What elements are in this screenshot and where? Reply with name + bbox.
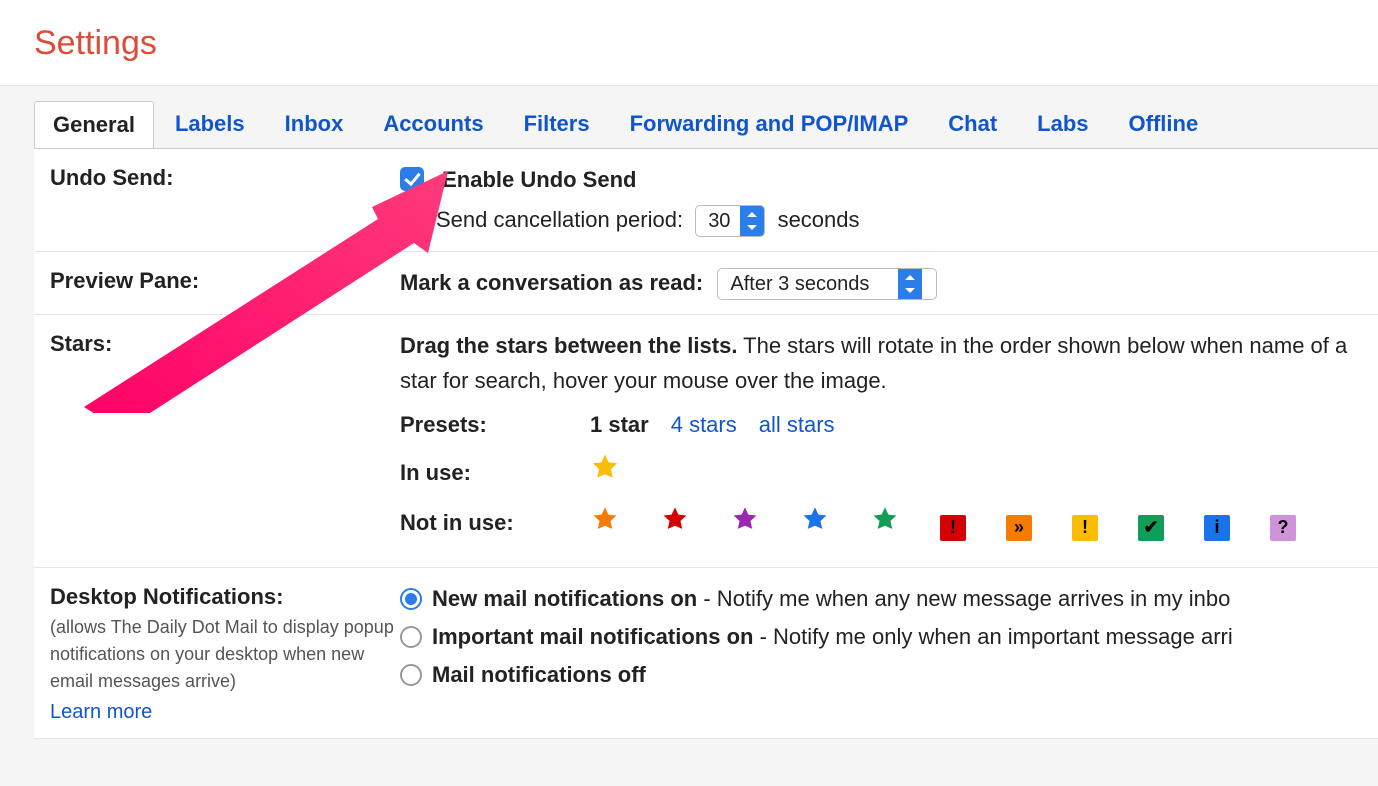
select-arrows-icon	[898, 269, 922, 299]
tab-forwarding-and-pop-imap[interactable]: Forwarding and POP/IMAP	[611, 100, 928, 148]
tab-labs[interactable]: Labs	[1018, 100, 1107, 148]
mark-read-label: Mark a conversation as read:	[400, 270, 703, 295]
notification-option-1[interactable]: Important mail notifications on - Notify…	[400, 620, 1378, 654]
preset-1-star[interactable]: 1 star	[590, 408, 649, 442]
mark-read-value: After 3 seconds	[718, 269, 898, 300]
notification-option-text: New mail notifications on - Notify me wh…	[432, 582, 1230, 616]
notification-option-text: Mail notifications off	[432, 658, 646, 692]
cancellation-period-unit: seconds	[778, 207, 860, 232]
radio-icon[interactable]	[400, 664, 422, 686]
red-bang-icon[interactable]: !	[940, 515, 966, 541]
preset-all-stars[interactable]: all stars	[759, 408, 835, 442]
yellow-star-icon[interactable]	[590, 452, 620, 482]
settings-container: GeneralLabelsInboxAccountsFiltersForward…	[0, 86, 1378, 786]
tab-chat[interactable]: Chat	[929, 100, 1016, 148]
select-mark-read[interactable]: After 3 seconds	[717, 268, 937, 300]
green-star-icon[interactable]	[870, 504, 900, 534]
cancellation-period-value: 30	[696, 206, 740, 237]
row-undo-send: Undo Send: Enable Undo Send Send cancell…	[34, 149, 1378, 252]
blue-info-icon[interactable]: i	[1204, 515, 1230, 541]
orange-guillemet-icon[interactable]: »	[1006, 515, 1032, 541]
checkbox-enable-undo-send[interactable]	[400, 167, 424, 191]
tab-accounts[interactable]: Accounts	[364, 100, 502, 148]
settings-body: Undo Send: Enable Undo Send Send cancell…	[34, 148, 1378, 739]
enable-undo-send-label: Enable Undo Send	[442, 167, 636, 192]
red-star-icon[interactable]	[660, 504, 690, 534]
green-check-icon[interactable]: ✔	[1138, 515, 1164, 541]
label-preview-pane: Preview Pane:	[50, 266, 400, 300]
select-arrows-icon	[740, 206, 764, 236]
radio-icon[interactable]	[400, 626, 422, 648]
cancellation-period-label: Send cancellation period:	[436, 207, 683, 232]
learn-more-link[interactable]: Learn more	[50, 701, 400, 724]
purple-question-icon[interactable]: ?	[1270, 515, 1296, 541]
label-desktop-notifications: Desktop Notifications:	[50, 584, 283, 609]
notification-option-text: Important mail notifications on - Notify…	[432, 620, 1233, 654]
orange-star-icon[interactable]	[590, 504, 620, 534]
not-in-use-label: Not in use:	[400, 506, 590, 540]
page-title: Settings	[0, 0, 1378, 86]
tab-offline[interactable]: Offline	[1110, 100, 1218, 148]
row-stars: Stars: Drag the stars between the lists.…	[34, 315, 1378, 567]
notification-option-2[interactable]: Mail notifications off	[400, 658, 1378, 692]
row-preview-pane: Preview Pane: Mark a conversation as rea…	[34, 252, 1378, 315]
row-desktop-notifications: Desktop Notifications: (allows The Daily…	[34, 568, 1378, 739]
label-undo-send: Undo Send:	[50, 163, 400, 237]
purple-star-icon[interactable]	[730, 504, 760, 534]
presets-label: Presets:	[400, 408, 590, 442]
radio-icon[interactable]	[400, 588, 422, 610]
tab-labels[interactable]: Labels	[156, 100, 264, 148]
tab-filters[interactable]: Filters	[505, 100, 609, 148]
tab-inbox[interactable]: Inbox	[266, 100, 363, 148]
preset-4-stars[interactable]: 4 stars	[671, 408, 737, 442]
yellow-bang-icon[interactable]: !	[1072, 515, 1098, 541]
stars-instruction-bold: Drag the stars between the lists.	[400, 333, 737, 358]
settings-tabs: GeneralLabelsInboxAccountsFiltersForward…	[34, 86, 1378, 148]
desktop-notifications-subtext: (allows The Daily Dot Mail to display po…	[50, 614, 400, 695]
notification-option-0[interactable]: New mail notifications on - Notify me wh…	[400, 582, 1378, 616]
select-cancellation-period[interactable]: 30	[695, 205, 765, 237]
label-stars: Stars:	[50, 329, 400, 552]
blue-star-icon[interactable]	[800, 504, 830, 534]
in-use-label: In use:	[400, 456, 590, 490]
tab-general[interactable]: General	[34, 101, 154, 149]
